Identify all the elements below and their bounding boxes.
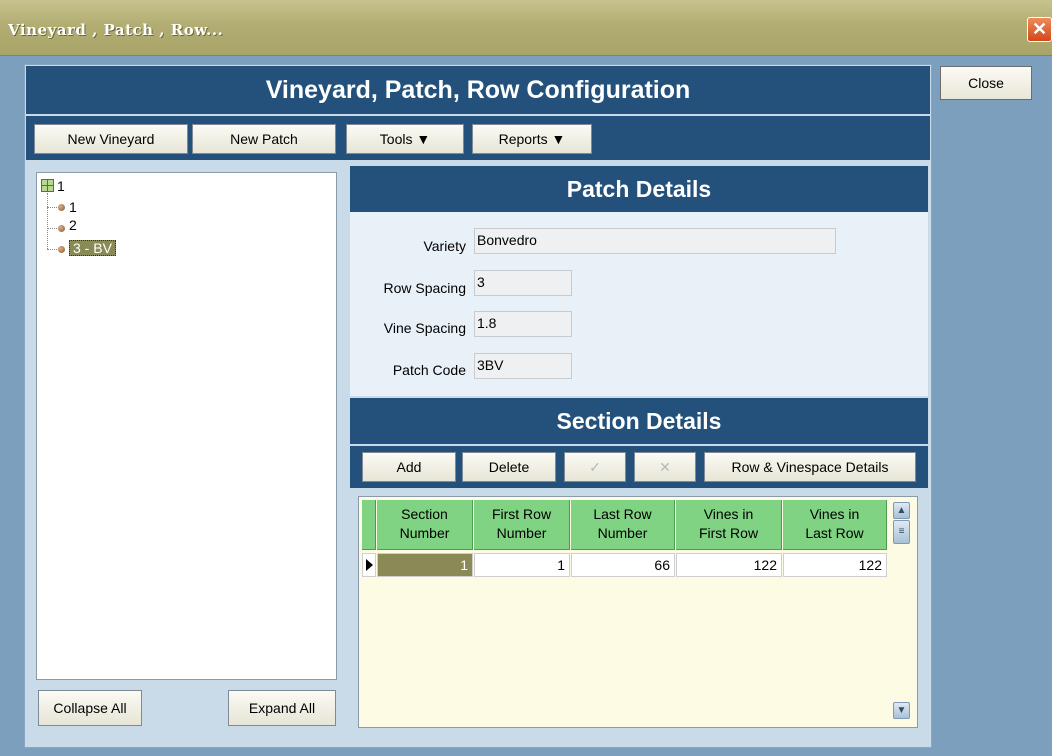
grid-row-indicator-header [362, 500, 376, 550]
section-toolbar: Add Delete ✓ ✕ Row & Vinespace Details [350, 446, 928, 488]
grid-scrollbar[interactable]: ▲ ≡ ▼ [890, 500, 914, 724]
tree-item-patch-1[interactable]: 1 [69, 199, 77, 215]
row-vinespace-details-button[interactable]: Row & Vinespace Details [704, 452, 916, 482]
vineyard-node-icon [41, 179, 54, 192]
window-title: Vineyard , Patch , Row... [8, 21, 224, 39]
main-toolbar: New Vineyard New Patch Tools ▼ Reports ▼ [26, 116, 930, 160]
vineyard-tree[interactable]: 1 1 2 3 - BV [36, 172, 337, 680]
table-cell[interactable]: 122 [783, 553, 887, 577]
patch-code-field[interactable]: 3BV [474, 353, 572, 379]
confirm-icon[interactable]: ✓ [564, 452, 626, 482]
tools-menu-button[interactable]: Tools ▼ [346, 124, 464, 154]
vine-spacing-label: Vine Spacing [383, 320, 466, 336]
close-button[interactable]: Close [940, 66, 1032, 100]
expand-all-button[interactable]: Expand All [228, 690, 336, 726]
new-vineyard-button[interactable]: New Vineyard [34, 124, 188, 154]
new-patch-button[interactable]: New Patch [192, 124, 336, 154]
table-cell[interactable]: 1 [474, 553, 570, 577]
reports-menu-button[interactable]: Reports ▼ [472, 124, 592, 154]
patch-node-icon [58, 204, 65, 211]
tree-root-label[interactable]: 1 [57, 178, 65, 194]
variety-field[interactable]: Bonvedro [474, 228, 836, 254]
column-header-section-number[interactable]: Section Number [377, 500, 473, 550]
tree-item-patch-2[interactable]: 2 [69, 217, 77, 233]
add-section-button[interactable]: Add [362, 452, 456, 482]
collapse-all-button[interactable]: Collapse All [38, 690, 142, 726]
row-indicator [362, 553, 376, 577]
page-title: Vineyard, Patch, Row Configuration [26, 66, 930, 114]
scroll-down-icon[interactable]: ▼ [893, 702, 910, 719]
table-cell[interactable]: 122 [676, 553, 782, 577]
row-spacing-label: Row Spacing [383, 280, 467, 296]
section-details-header: Section Details [350, 398, 928, 444]
column-header-vines-last-row[interactable]: Vines in Last Row [783, 500, 887, 550]
scroll-thumb[interactable]: ≡ [893, 520, 910, 544]
current-row-arrow-icon [366, 559, 373, 571]
column-header-vines-first-row[interactable]: Vines in First Row [676, 500, 782, 550]
column-header-first-row[interactable]: First Row Number [474, 500, 570, 550]
tree-connector [47, 193, 48, 249]
window-close-icon[interactable]: ✕ [1027, 17, 1052, 42]
table-cell[interactable]: 66 [571, 553, 675, 577]
patch-node-icon [58, 225, 65, 232]
delete-section-button[interactable]: Delete [462, 452, 556, 482]
cancel-icon[interactable]: ✕ [634, 452, 696, 482]
vine-spacing-field[interactable]: 1.8 [474, 311, 572, 337]
column-header-last-row[interactable]: Last Row Number [571, 500, 675, 550]
tree-item-patch-3-selected[interactable]: 3 - BV [69, 240, 116, 256]
scroll-up-icon[interactable]: ▲ [893, 502, 910, 519]
row-spacing-field[interactable]: 3 [474, 270, 572, 296]
patch-code-label: Patch Code [392, 362, 466, 378]
patch-details-header: Patch Details [350, 166, 928, 212]
window-titlebar: Vineyard , Patch , Row... ✕ [0, 0, 1052, 56]
patch-node-icon [58, 246, 65, 253]
table-cell[interactable]: 1 [377, 553, 473, 577]
variety-label: Variety [423, 238, 466, 254]
